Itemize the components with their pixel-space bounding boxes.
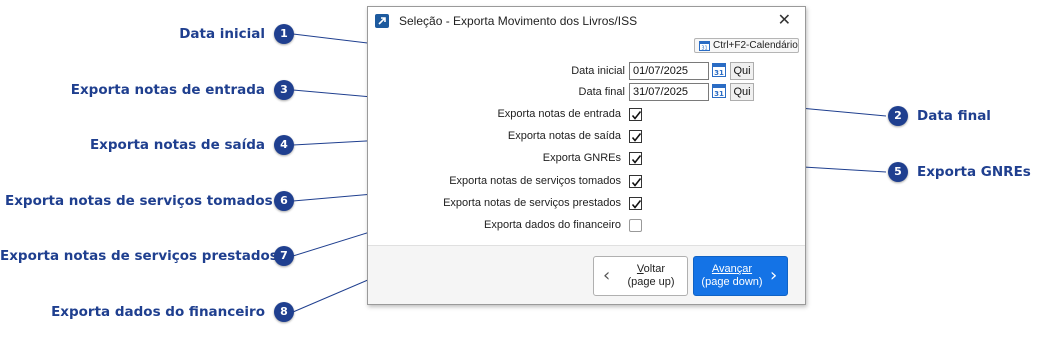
dialog-titlebar[interactable]: Seleção - Exporta Movimento dos Livros/I… [368, 7, 805, 35]
callout-label-data-final: Data final [917, 108, 991, 124]
data-final-input[interactable]: 31/07/2025 [629, 83, 709, 101]
callout-badge-1: 1 [274, 24, 294, 44]
checkbox-label-dados-financeiro: Exporta dados do financeiro [484, 219, 621, 231]
callout-label-exporta-entrada: Exporta notas de entrada [70, 82, 265, 98]
callout-label-data-inicial: Data inicial [179, 26, 265, 42]
calendar-shortcut-label: Ctrl+F2-Calendário [713, 40, 798, 51]
back-button-label: Voltar (page up) [627, 263, 675, 288]
exporta-servicos-prestados-checkbox[interactable] [629, 197, 642, 210]
checkmark-icon [631, 200, 642, 209]
calendar-icon[interactable]: 31 [712, 62, 727, 78]
checkmark-icon [631, 155, 642, 164]
callout-badge-8: 8 [274, 302, 294, 322]
checkbox-label-servicos-prestados: Exporta notas de serviços prestados [443, 197, 621, 209]
dialog-footer: ‹ Voltar (page up) Avançar (page down) › [368, 246, 805, 304]
callout-badge-3: 3 [274, 80, 294, 100]
checkmark-icon [631, 111, 642, 120]
checkmark-icon [631, 178, 642, 187]
next-button-label: Avançar (page down) [701, 263, 763, 288]
checkbox-label-exporta-gnres: Exporta GNREs [542, 152, 621, 164]
calendar-shortcut-button[interactable]: 31 Ctrl+F2-Calendário [694, 38, 799, 53]
callout-badge-6: 6 [274, 191, 294, 211]
back-button[interactable]: ‹ Voltar (page up) [593, 256, 688, 296]
checkbox-label-exporta-entrada: Exporta notas de entrada [497, 108, 621, 120]
checkmark-icon [631, 133, 642, 142]
svg-text:31: 31 [714, 90, 724, 98]
callout-badge-4: 4 [274, 135, 294, 155]
checkbox-label-servicos-tomados: Exporta notas de serviços tomados [449, 175, 621, 187]
callout-badge-7: 7 [274, 246, 294, 266]
app-icon [375, 14, 389, 28]
callout-label-servicos-prestados: Exporta notas de serviços prestados [0, 248, 278, 264]
exporta-servicos-tomados-checkbox[interactable] [629, 175, 642, 188]
exporta-gnres-checkbox[interactable] [629, 152, 642, 165]
calendar-icon[interactable]: 31 [712, 83, 727, 99]
data-final-day-button[interactable]: Qui [730, 83, 754, 101]
data-inicial-day-button[interactable]: Qui [730, 62, 754, 80]
calendar-icon: 31 [699, 41, 710, 52]
chevron-right-icon: › [770, 265, 778, 286]
callout-badge-2: 2 [888, 106, 908, 126]
export-dialog: Seleção - Exporta Movimento dos Livros/I… [367, 6, 806, 305]
exporta-saida-checkbox[interactable] [629, 130, 642, 143]
chevron-left-icon: ‹ [603, 265, 611, 286]
callout-badge-5: 5 [888, 162, 908, 182]
data-inicial-input[interactable]: 01/07/2025 [629, 62, 709, 80]
checkbox-label-exporta-saida: Exporta notas de saída [507, 130, 621, 142]
data-inicial-label: Data inicial [571, 65, 625, 77]
callout-label-dados-financeiro: Exporta dados do financeiro [51, 304, 265, 320]
exporta-entrada-checkbox[interactable] [629, 108, 642, 121]
data-final-label: Data final [578, 86, 625, 98]
close-icon[interactable]: ✕ [778, 12, 791, 28]
next-button[interactable]: Avançar (page down) › [693, 256, 788, 296]
svg-text:31: 31 [714, 69, 724, 77]
callout-label-exporta-saida: Exporta notas de saída [89, 137, 265, 153]
callout-label-servicos-tomados: Exporta notas de serviços tomados [5, 193, 273, 209]
dialog-title: Seleção - Exporta Movimento dos Livros/I… [399, 14, 638, 28]
exporta-dados-financeiro-checkbox[interactable] [629, 219, 642, 232]
svg-text:31: 31 [701, 46, 707, 52]
callout-label-exporta-gnres: Exporta GNREs [917, 164, 1031, 180]
